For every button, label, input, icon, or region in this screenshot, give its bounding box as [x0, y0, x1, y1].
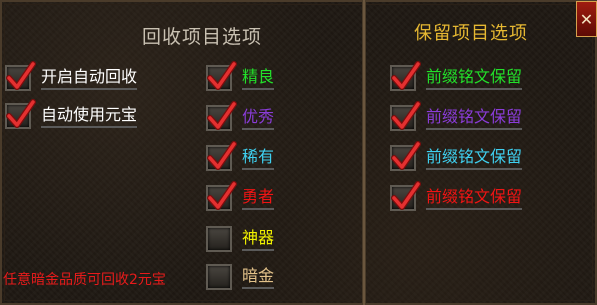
checkmark-icon [391, 181, 421, 210]
auto-recycle-checkbox[interactable] [5, 61, 36, 91]
keep-item[interactable]: 前缀铭文保留 [390, 61, 523, 93]
quality-item[interactable]: 优秀 [206, 101, 275, 133]
keep-item[interactable]: 前缀铭文保留 [390, 101, 523, 133]
close-button[interactable]: ✕ [576, 1, 597, 37]
checkmark-icon [391, 101, 421, 130]
keep-label: 前缀铭文保留 [426, 187, 523, 210]
auto-use-yuanbao-label: 自动使用元宝 [41, 105, 138, 128]
close-icon: ✕ [579, 9, 594, 29]
checkmark-icon [207, 61, 237, 90]
quality-checkbox-youxiu[interactable] [206, 101, 237, 131]
keep-label: 前缀铭文保留 [426, 67, 523, 90]
quality-checkbox-xiyou[interactable] [206, 141, 237, 171]
quality-label-jingliang: 精良 [242, 67, 275, 90]
checkmark-icon [6, 99, 36, 128]
keep-checkbox[interactable] [390, 181, 421, 211]
auto-use-yuanbao-checkbox[interactable] [5, 99, 36, 129]
quality-checkbox-shenqi[interactable] [206, 226, 232, 252]
quality-item[interactable]: 精良 [206, 61, 275, 93]
keep-checkbox[interactable] [390, 141, 421, 171]
keep-item[interactable]: 前缀铭文保留 [390, 141, 523, 173]
quality-label-youxiu: 优秀 [242, 107, 275, 130]
keep-item[interactable]: 前缀铭文保留 [390, 181, 523, 213]
keep-label: 前缀铭文保留 [426, 107, 523, 130]
quality-checkbox-yongzhe[interactable] [206, 181, 237, 211]
checkmark-icon [207, 181, 237, 210]
checkmark-icon [6, 61, 36, 90]
recycle-section-title: 回收项目选项 [142, 26, 263, 48]
keep-section-title: 保留项目选项 [414, 23, 528, 44]
quality-checkbox-jingliang[interactable] [206, 61, 237, 91]
recycle-note: 任意暗金品质可回收2元宝 [3, 272, 166, 288]
auto-recycle-label: 开启自动回收 [41, 67, 138, 90]
quality-item[interactable]: 暗金 [206, 262, 275, 292]
keep-checkbox[interactable] [390, 101, 421, 131]
checkmark-icon [207, 101, 237, 130]
quality-label-anjin: 暗金 [242, 266, 275, 289]
checkmark-icon [391, 61, 421, 90]
option-auto-use-yuanbao[interactable]: 自动使用元宝 [5, 99, 138, 131]
checkmark-icon [391, 141, 421, 170]
quality-checkbox-anjin[interactable] [206, 264, 232, 290]
quality-item[interactable]: 勇者 [206, 181, 275, 213]
panel-divider [362, 0, 366, 305]
quality-label-yongzhe: 勇者 [242, 187, 275, 210]
quality-item[interactable]: 神器 [206, 224, 275, 254]
keep-label: 前缀铭文保留 [426, 147, 523, 170]
keep-checkbox[interactable] [390, 61, 421, 91]
checkmark-icon [207, 141, 237, 170]
quality-item[interactable]: 稀有 [206, 141, 275, 173]
option-auto-recycle[interactable]: 开启自动回收 [5, 61, 138, 93]
quality-label-shenqi: 神器 [242, 228, 275, 251]
quality-label-xiyou: 稀有 [242, 147, 275, 170]
